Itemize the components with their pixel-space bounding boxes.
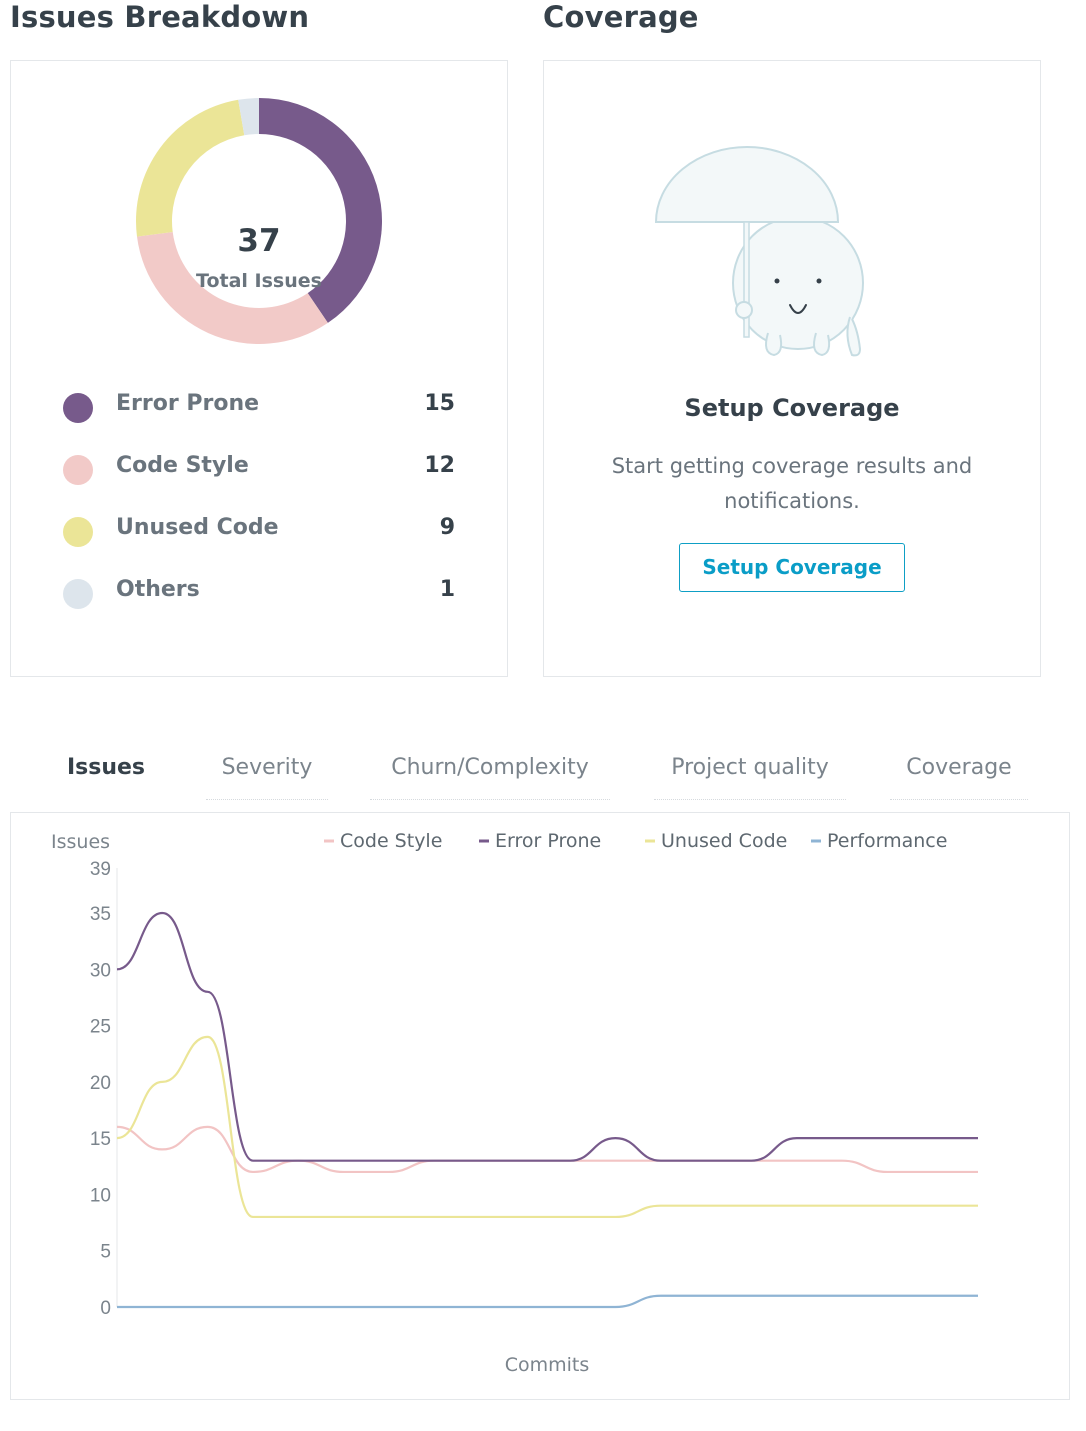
donut-svg [136,98,382,344]
legend-label: Unused Code [116,515,279,540]
chart-axes: 0 5 10 15 20 25 30 35 39 [90,859,118,1319]
chart-legend: Code Style Error Prone Unused Code Performa… [324,830,947,852]
series-line-error-prone [116,911,978,1162]
y-tick-label: 35 [90,904,111,925]
y-tick-label: 5 [100,1242,111,1263]
donut-slice-unused-code [136,99,245,237]
legend-row-unused-code: Unused Code 9 [63,515,455,555]
y-tick-label: 25 [90,1017,111,1038]
tab-issues[interactable]: Issues [50,755,162,799]
y-tick-label: 30 [90,960,111,981]
legend-value: 9 [439,515,455,540]
y-tick-label: 39 [90,859,111,880]
legend-value: 12 [424,453,455,478]
tab-project-quality[interactable]: Project quality [654,755,846,800]
legend-value: 1 [439,577,455,602]
x-axis-label: Commits [505,1354,590,1376]
unused-code-dot [63,517,93,547]
error-prone-dot [63,393,93,423]
legend-row-others: Others 1 [63,577,455,617]
tab-severity[interactable]: Severity [206,755,328,800]
issues-line-chart: Issues Commits Code Style Error Prone Unus… [51,830,978,1376]
legend-row-code-style: Code Style 12 [63,453,455,493]
y-tick-label: 0 [100,1298,111,1319]
tab-coverage[interactable]: Coverage [890,755,1028,800]
series-line-performance [117,1294,978,1309]
coverage-title: Coverage [543,0,699,34]
chart-tabs: Issues Severity Churn/Complexity Project… [10,755,1070,817]
tab-churn-complexity[interactable]: Churn/Complexity [370,755,610,800]
legend-entry[interactable]: Code Style [340,830,442,852]
setup-coverage-description: Start getting coverage results and notif… [611,454,973,513]
setup-coverage-button[interactable]: Setup Coverage [679,543,905,592]
others-dot [63,579,93,609]
legend-value: 15 [424,391,455,416]
y-tick-label: 20 [90,1073,111,1094]
issues-line-chart-card: Issues Commits Code Style Error Prone Unus… [10,812,1070,1400]
legend-label: Code Style [116,453,249,478]
issues-donut-chart: 37 Total Issues [136,98,382,344]
y-tick-label: 10 [90,1185,111,1206]
total-issues-label: Total Issues [196,270,322,292]
y-tick-label: 15 [90,1129,111,1150]
umbrella-character-illustration [652,141,872,361]
setup-coverage-heading: Setup Coverage [684,394,900,422]
legend-entry[interactable]: Unused Code [661,830,787,852]
coverage-card: Setup Coverage Start getting coverage re… [543,60,1041,677]
legend-entry[interactable]: Error Prone [495,830,601,852]
y-axis-label: Issues [51,831,110,853]
series-line-unused-code [116,1035,978,1219]
legend-label: Error Prone [116,391,260,416]
legend-label: Others [116,577,200,602]
issues-breakdown-title: Issues Breakdown [10,0,310,34]
issues-breakdown-card: 37 Total Issues Error Prone 15 Code Styl… [10,60,508,677]
legend-entry[interactable]: Performance [827,830,947,852]
series-line-code-style [116,1125,978,1174]
legend-row-error-prone: Error Prone 15 [63,391,455,431]
total-issues-value: 37 [237,223,281,259]
chart-lines [116,911,978,1309]
code-style-dot [63,455,93,485]
